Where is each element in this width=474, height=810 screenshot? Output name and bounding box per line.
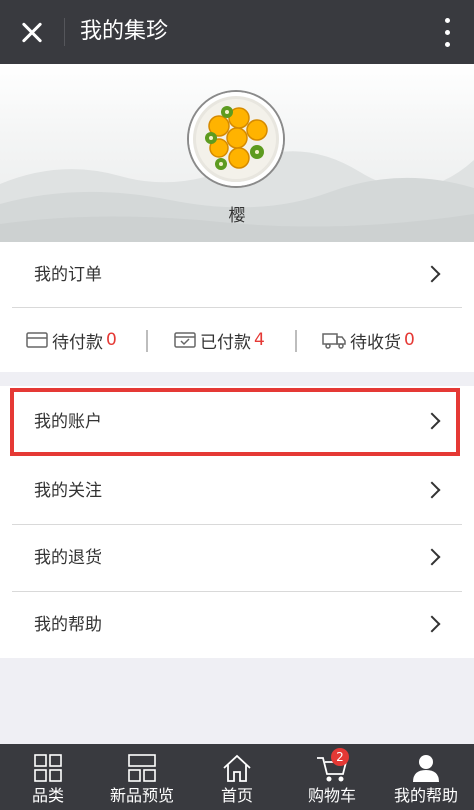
nav-item-my-help[interactable]: 我的帮助 [386,744,466,810]
my-orders-row[interactable]: 我的订单 [0,242,474,308]
my-orders-label: 我的订单 [34,265,102,285]
chevron-right-icon [423,481,441,499]
nav-label: 新品预览 [109,786,174,805]
status-to-receive-label: 待收货 [350,332,401,353]
cart-badge: 2 [331,748,349,766]
menu-item-label: 我的退货 [34,548,102,568]
nav-label: 品类 [31,786,64,805]
chevron-right-icon [423,265,441,283]
top-bar: 我的集珍 [0,0,474,64]
nav-label: 购物车 [307,786,356,805]
menu-item-label: 我的关注 [34,481,102,501]
status-paid-count: 4 [254,330,265,350]
fruit-plate-avatar [193,96,279,182]
status-to-receive[interactable]: 待收货 0 [322,328,415,353]
card-icon [26,332,48,348]
chevron-right-icon [423,615,441,633]
nav-item-cart[interactable]: 2 购物车 [302,744,362,810]
page-title: 我的集珍 [80,19,169,44]
status-unpaid[interactable]: 待付款 0 [26,328,117,353]
nav-item-categories[interactable]: 品类 [22,744,74,810]
status-separator [295,330,297,352]
menu-item-label: 我的帮助 [34,615,102,635]
status-paid[interactable]: 已付款 4 [174,328,265,353]
close-icon[interactable] [14,14,50,50]
nav-label: 我的帮助 [393,786,458,805]
username: 樱 [228,206,246,226]
truck-icon [322,333,346,349]
status-unpaid-count: 0 [106,330,117,350]
status-paid-label: 已付款 [200,332,251,353]
grid-icon [34,754,62,782]
more-vertical-icon[interactable] [444,18,452,48]
user-icon [413,755,439,782]
nav-label: 首页 [220,786,253,805]
avatar[interactable] [189,92,283,186]
nav-item-home[interactable]: 首页 [212,744,262,810]
nav-item-new-preview[interactable]: 新品预览 [102,744,182,810]
profile-header: 樱 [0,64,474,242]
status-unpaid-label: 待付款 [52,332,103,353]
status-separator [146,330,148,352]
chevron-right-icon [423,548,441,566]
menu-item-my-returns[interactable]: 我的退货 [0,525,474,591]
cart-icon-wrap: 2 [315,748,349,784]
home-icon [223,754,251,782]
bottom-nav: 品类 新品预览 首页 2 购物车 我的帮助 [0,744,474,810]
highlight-box [10,388,460,456]
menu-item-my-help[interactable]: 我的帮助 [0,592,474,658]
paid-box-icon [174,332,196,348]
account-menu: 我的账户 我的关注 我的退货 我的帮助 [0,386,474,658]
topbar-divider [64,18,65,46]
status-to-receive-count: 0 [404,330,415,350]
menu-item-my-follows[interactable]: 我的关注 [0,458,474,524]
divider [12,307,462,308]
orders-section: 我的订单 待付款 0 已付款 4 待收货 0 [0,242,474,372]
layout-icon [128,754,156,782]
